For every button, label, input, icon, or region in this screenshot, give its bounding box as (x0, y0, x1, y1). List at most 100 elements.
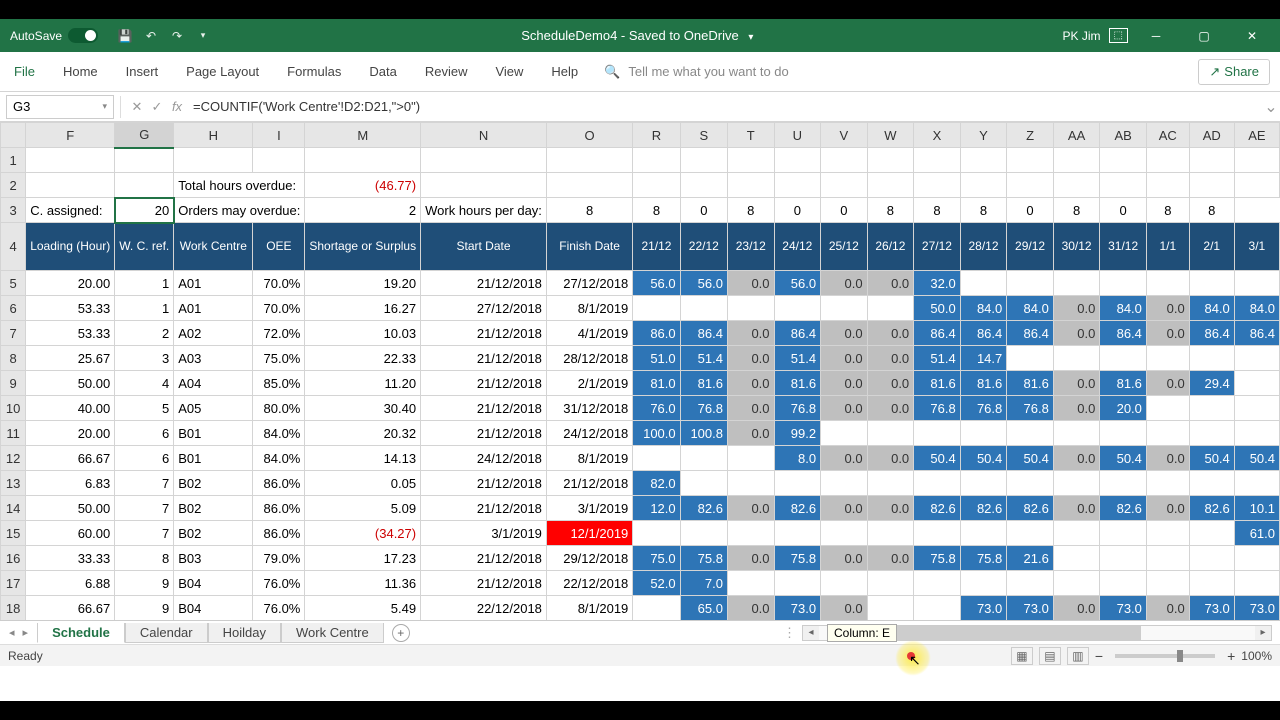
cell-loading[interactable]: 25.67 (26, 346, 115, 371)
day-cell[interactable]: 76.8 (914, 396, 961, 421)
cell[interactable] (174, 148, 253, 173)
day-cell[interactable]: 75.8 (960, 546, 1007, 571)
day-cell[interactable] (1234, 471, 1279, 496)
day-cell[interactable]: 0.0 (727, 496, 774, 521)
spreadsheet-grid[interactable]: FGHIMNORSTUVWXYZAAABACADAE12Total hours … (0, 122, 1280, 620)
table-header[interactable]: 21/12 (633, 223, 680, 271)
cell-start[interactable]: 21/12/2018 (421, 471, 547, 496)
day-cell[interactable]: 0.0 (821, 496, 868, 521)
col-head-AA[interactable]: AA (1053, 123, 1100, 148)
day-cell[interactable] (1100, 521, 1147, 546)
cell[interactable] (305, 148, 421, 173)
day-cell[interactable]: 0.0 (821, 396, 868, 421)
cell-loading[interactable]: 50.00 (26, 496, 115, 521)
table-header[interactable]: 31/12 (1100, 223, 1147, 271)
day-cell[interactable]: 76.8 (680, 396, 727, 421)
cell-centre[interactable]: B02 (174, 471, 253, 496)
day-cell[interactable]: 0.0 (867, 371, 914, 396)
cell-oee[interactable]: 75.0% (253, 346, 305, 371)
cell-start[interactable]: 21/12/2018 (421, 271, 547, 296)
hours-cell[interactable]: 8 (727, 198, 774, 223)
day-cell[interactable] (1146, 421, 1189, 446)
cell-start[interactable]: 22/12/2018 (421, 596, 547, 621)
formula-input[interactable]: =COUNTIF('Work Centre'!D2:D21,">0") (187, 97, 1262, 116)
day-cell[interactable]: 76.8 (1007, 396, 1054, 421)
day-cell[interactable]: 0.0 (1053, 496, 1100, 521)
hours-cell[interactable]: 8 (546, 198, 632, 223)
cell-ref[interactable]: 7 (115, 496, 174, 521)
accept-formula-icon[interactable]: ✓ (147, 99, 167, 115)
ribbon-tab-view[interactable]: View (481, 52, 537, 92)
day-cell[interactable]: 73.0 (1100, 596, 1147, 621)
day-cell[interactable] (727, 296, 774, 321)
day-cell[interactable]: 100.8 (680, 421, 727, 446)
day-cell[interactable] (821, 296, 868, 321)
name-box-dropdown-icon[interactable]: ▾ (102, 101, 107, 112)
scroll-left-icon[interactable]: ◂ (803, 626, 819, 640)
cell-loading[interactable]: 40.00 (26, 396, 115, 421)
day-cell[interactable] (867, 571, 914, 596)
day-cell[interactable] (914, 596, 961, 621)
day-cell[interactable] (1146, 471, 1189, 496)
day-cell[interactable]: 56.0 (774, 271, 821, 296)
day-cell[interactable]: 50.4 (960, 446, 1007, 471)
cell-ref[interactable]: 9 (115, 596, 174, 621)
cell-centre[interactable]: B04 (174, 596, 253, 621)
cell-start[interactable]: 21/12/2018 (421, 346, 547, 371)
day-cell[interactable]: 84.0 (1100, 296, 1147, 321)
day-cell[interactable]: 73.0 (960, 596, 1007, 621)
col-head-T[interactable]: T (727, 123, 774, 148)
day-cell[interactable]: 76.8 (960, 396, 1007, 421)
day-cell[interactable]: 84.0 (1189, 296, 1234, 321)
day-cell[interactable]: 29.4 (1189, 371, 1234, 396)
col-head-V[interactable]: V (821, 123, 868, 148)
cell-shortage[interactable]: 14.13 (305, 446, 421, 471)
sheet-tab-calendar[interactable]: Calendar (125, 623, 208, 643)
day-cell[interactable]: 0.0 (821, 271, 868, 296)
cell-ref[interactable]: 8 (115, 546, 174, 571)
cancel-formula-icon[interactable]: ✕ (127, 99, 147, 115)
hours-cell[interactable]: 0 (1007, 198, 1054, 223)
col-head-R[interactable]: R (633, 123, 680, 148)
cell-ref[interactable]: 2 (115, 321, 174, 346)
cell-finish[interactable]: 3/1/2019 (546, 496, 632, 521)
day-cell[interactable]: 0.0 (1146, 596, 1189, 621)
cell-finish[interactable]: 21/12/2018 (546, 471, 632, 496)
day-cell[interactable]: 50.0 (914, 296, 961, 321)
day-cell[interactable]: 0.0 (1053, 396, 1100, 421)
table-header[interactable]: 24/12 (774, 223, 821, 271)
hours-cell[interactable]: 8 (1146, 198, 1189, 223)
day-cell[interactable]: 75.8 (914, 546, 961, 571)
cell-oee[interactable]: 80.0% (253, 396, 305, 421)
cell-centre[interactable]: A03 (174, 346, 253, 371)
day-cell[interactable] (960, 471, 1007, 496)
table-header[interactable]: 1/1 (1146, 223, 1189, 271)
col-head-W[interactable]: W (867, 123, 914, 148)
day-cell[interactable]: 0.0 (1053, 321, 1100, 346)
day-cell[interactable] (1053, 346, 1100, 371)
day-cell[interactable]: 0.0 (867, 496, 914, 521)
cell[interactable] (26, 148, 115, 173)
day-cell[interactable] (914, 521, 961, 546)
table-header[interactable]: 26/12 (867, 223, 914, 271)
cell-oee[interactable]: 84.0% (253, 446, 305, 471)
ribbon-tab-home[interactable]: Home (49, 52, 112, 92)
day-cell[interactable]: 75.8 (774, 546, 821, 571)
minimize-button[interactable]: ─ (1136, 19, 1176, 52)
day-cell[interactable] (774, 571, 821, 596)
fx-icon[interactable]: fx (167, 99, 187, 114)
day-cell[interactable] (1100, 571, 1147, 596)
day-cell[interactable]: 82.6 (1007, 496, 1054, 521)
cell-finish[interactable]: 29/12/2018 (546, 546, 632, 571)
day-cell[interactable]: 21.6 (1007, 546, 1054, 571)
cell-loading[interactable]: 53.33 (26, 321, 115, 346)
cell-loading[interactable]: 20.00 (26, 271, 115, 296)
ribbon-tab-file[interactable]: File (0, 52, 49, 92)
select-all-button[interactable] (1, 123, 26, 148)
cell-oee[interactable]: 72.0% (253, 321, 305, 346)
expand-formula-icon[interactable]: ⌄ (1262, 97, 1280, 117)
cell-oee[interactable]: 86.0% (253, 471, 305, 496)
day-cell[interactable] (960, 521, 1007, 546)
cell-oee[interactable]: 84.0% (253, 421, 305, 446)
day-cell[interactable] (1234, 396, 1279, 421)
